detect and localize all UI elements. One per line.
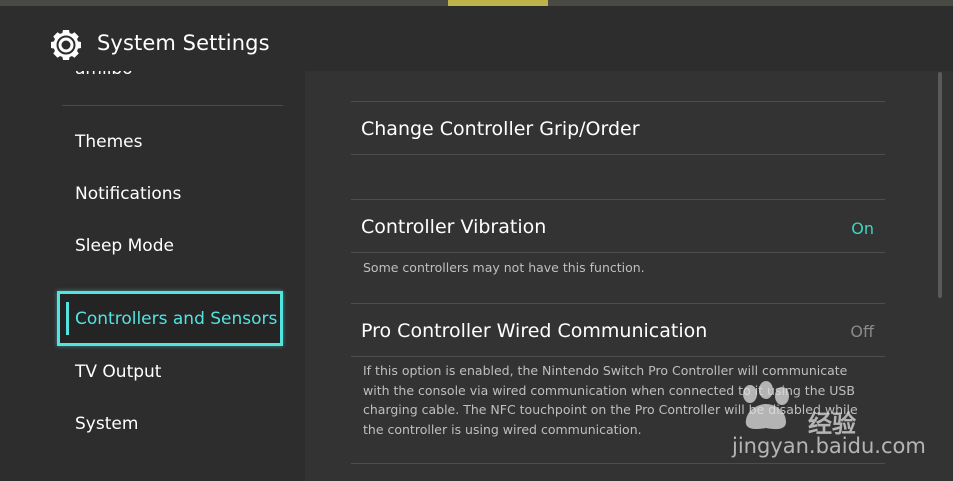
paw-icon	[743, 381, 789, 430]
sidebar-item-notifications[interactable]: Notifications	[75, 184, 181, 204]
row-divider	[351, 154, 885, 155]
watermark: 经验 jingyan.baidu.com	[730, 380, 930, 460]
pro-controller-wired-value: Off	[850, 322, 874, 341]
controller-vibration-value: On	[851, 219, 874, 238]
sidebar-item-label: Controllers and Sensors	[75, 309, 278, 329]
watermark-url: jingyan.baidu.com	[732, 434, 926, 458]
selection-indicator	[66, 302, 69, 335]
sidebar-item-amiibo[interactable]: amiibo	[75, 71, 133, 79]
row-divider	[351, 463, 885, 464]
controller-vibration-description: Some controllers may not have this funct…	[363, 260, 645, 275]
change-grip-order-label: Change Controller Grip/Order	[361, 118, 640, 140]
sidebar-item-system[interactable]: System	[75, 414, 138, 434]
pro-controller-wired-label: Pro Controller Wired Communication	[361, 320, 708, 342]
row-divider	[351, 356, 885, 357]
row-divider	[351, 101, 885, 102]
gear-icon	[51, 30, 81, 60]
row-divider	[351, 199, 885, 200]
sidebar-item-themes[interactable]: Themes	[75, 132, 143, 152]
sidebar-item-sleep-mode[interactable]: Sleep Mode	[75, 236, 174, 256]
sidebar-item-tv-output[interactable]: TV Output	[75, 362, 161, 382]
sidebar: amiibo Themes Notifications Sleep Mode C…	[0, 71, 305, 481]
controller-vibration-label: Controller Vibration	[361, 216, 547, 238]
page-header: System Settings	[0, 6, 953, 70]
scrollbar[interactable]	[938, 72, 942, 298]
sidebar-item-controllers-and-sensors[interactable]: Controllers and Sensors	[57, 291, 283, 346]
row-divider	[351, 303, 885, 304]
sidebar-divider	[62, 105, 283, 106]
page-title: System Settings	[97, 31, 270, 55]
row-divider	[351, 252, 885, 253]
